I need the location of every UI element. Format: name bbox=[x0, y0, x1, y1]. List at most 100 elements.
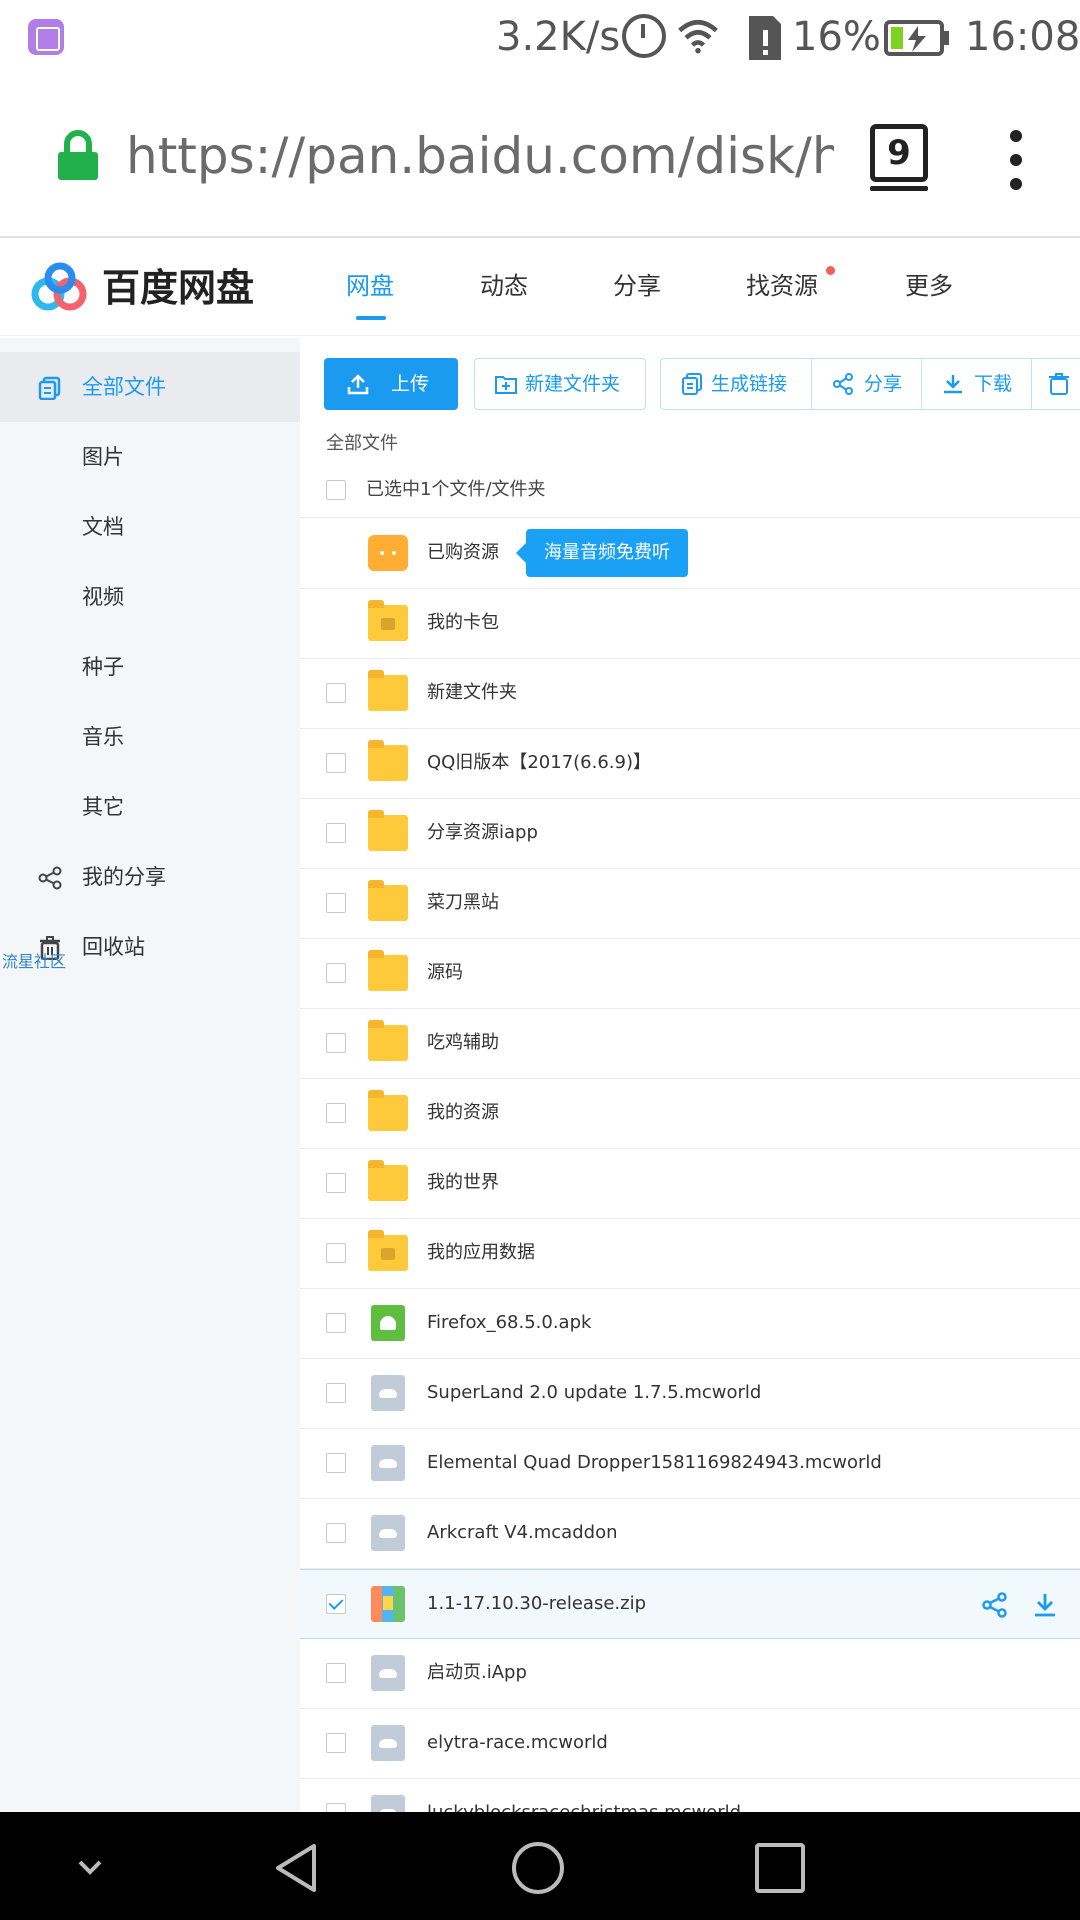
battery-percent: 16% bbox=[792, 14, 881, 60]
wallet-folder-icon bbox=[368, 600, 408, 641]
file-name[interactable]: Arkcraft V4.mcaddon bbox=[427, 1519, 618, 1547]
sidebar-item-my-shares[interactable]: 我的分享 bbox=[0, 842, 300, 912]
generate-link-button[interactable]: 生成链接 bbox=[660, 358, 812, 410]
list-item[interactable]: elytra-race.mcworld bbox=[300, 1709, 1080, 1779]
nav-tab-share[interactable]: 分享 bbox=[613, 268, 661, 304]
new-folder-button[interactable]: 新建文件夹 bbox=[474, 358, 646, 410]
row-checkbox-checked[interactable] bbox=[326, 1594, 346, 1614]
sidebar-item-label: 种子 bbox=[82, 655, 124, 679]
network-speed: 3.2K/s bbox=[496, 14, 621, 60]
file-name[interactable]: 我的世界 bbox=[427, 1169, 499, 1197]
row-checkbox[interactable] bbox=[326, 1243, 346, 1263]
sidebar-item-all-files[interactable]: 全部文件 bbox=[0, 352, 300, 422]
app-data-folder-icon bbox=[368, 1230, 408, 1271]
cloud-file-icon bbox=[371, 1655, 405, 1691]
list-item[interactable]: 我的资源 bbox=[300, 1079, 1080, 1149]
file-name[interactable]: SuperLand 2.0 update 1.7.5.mcworld bbox=[427, 1379, 761, 1407]
list-item-selected[interactable]: 1.1-17.10.30-release.zip bbox=[300, 1569, 1080, 1639]
link-copy-icon bbox=[682, 373, 702, 395]
list-item[interactable]: 已购资源 海量音频免费听 bbox=[300, 519, 1080, 589]
row-checkbox[interactable] bbox=[326, 1173, 346, 1193]
file-name[interactable]: 我的卡包 bbox=[427, 609, 499, 637]
file-name[interactable]: QQ旧版本【2017(6.6.9)】 bbox=[427, 749, 651, 777]
list-item[interactable]: 启动页.iApp bbox=[300, 1639, 1080, 1709]
file-name[interactable]: luckyblocksracechristmas.mcworld bbox=[427, 1799, 741, 1812]
list-item[interactable]: Firefox_68.5.0.apk bbox=[300, 1289, 1080, 1359]
row-checkbox[interactable] bbox=[326, 683, 346, 703]
row-checkbox[interactable] bbox=[326, 1383, 346, 1403]
file-name[interactable]: 菜刀黑站 bbox=[427, 889, 499, 917]
row-checkbox[interactable] bbox=[326, 1453, 346, 1473]
url-field[interactable]: https://pan.baidu.com/disk/home bbox=[126, 124, 834, 188]
row-checkbox[interactable] bbox=[326, 1663, 346, 1683]
row-checkbox[interactable] bbox=[326, 893, 346, 913]
cloud-file-icon bbox=[371, 1375, 405, 1411]
download-button[interactable]: 下载 bbox=[921, 358, 1032, 410]
row-checkbox[interactable] bbox=[326, 1103, 346, 1123]
file-name[interactable]: 吃鸡辅助 bbox=[427, 1029, 499, 1057]
list-item[interactable]: 菜刀黑站 bbox=[300, 869, 1080, 939]
list-item[interactable]: QQ旧版本【2017(6.6.9)】 bbox=[300, 729, 1080, 799]
nav-tab-netdisk[interactable]: 网盘 bbox=[346, 268, 394, 304]
share-button[interactable]: 分享 bbox=[811, 358, 922, 410]
file-name[interactable]: Elemental Quad Dropper1581169824943.mcwo… bbox=[427, 1449, 882, 1477]
browser-menu-icon[interactable] bbox=[1006, 130, 1026, 190]
nav-tab-activity[interactable]: 动态 bbox=[480, 268, 528, 304]
file-name[interactable]: Firefox_68.5.0.apk bbox=[427, 1309, 591, 1337]
sidebar-item-images[interactable]: 图片 bbox=[0, 422, 300, 492]
list-item[interactable]: 我的应用数据 bbox=[300, 1219, 1080, 1289]
sidebar-item-music[interactable]: 音乐 bbox=[0, 702, 300, 772]
file-name[interactable]: 1.1-17.10.30-release.zip bbox=[427, 1590, 646, 1618]
sim-alert-icon bbox=[745, 14, 785, 62]
list-item[interactable]: Elemental Quad Dropper1581169824943.mcwo… bbox=[300, 1429, 1080, 1499]
sidebar-item-torrents[interactable]: 种子 bbox=[0, 632, 300, 702]
list-item[interactable]: 我的卡包 bbox=[300, 589, 1080, 659]
file-name[interactable]: 分享资源iapp bbox=[427, 819, 538, 847]
list-item[interactable]: Arkcraft V4.mcaddon bbox=[300, 1499, 1080, 1569]
row-checkbox[interactable] bbox=[326, 1803, 346, 1812]
select-all-checkbox[interactable] bbox=[326, 480, 346, 500]
delete-button[interactable] bbox=[1031, 358, 1080, 410]
row-checkbox[interactable] bbox=[326, 1523, 346, 1543]
nav-tab-more[interactable]: 更多 bbox=[905, 268, 953, 304]
home-icon[interactable] bbox=[510, 1840, 566, 1896]
file-name[interactable]: elytra-race.mcworld bbox=[427, 1729, 608, 1757]
promo-tooltip[interactable]: 海量音频免费听 bbox=[516, 529, 688, 577]
chevron-down-icon[interactable] bbox=[62, 1840, 118, 1896]
list-item[interactable]: 新建文件夹 bbox=[300, 659, 1080, 729]
tab-switcher-button[interactable]: 9 bbox=[870, 124, 928, 191]
file-name[interactable]: 新建文件夹 bbox=[427, 679, 517, 707]
list-item[interactable]: 吃鸡辅助 bbox=[300, 1009, 1080, 1079]
sidebar-item-other[interactable]: 其它 bbox=[0, 772, 300, 842]
list-item[interactable]: 源码 bbox=[300, 939, 1080, 1009]
breadcrumb[interactable]: 全部文件 bbox=[326, 430, 398, 458]
android-apk-icon bbox=[371, 1305, 405, 1341]
list-item[interactable]: 我的世界 bbox=[300, 1149, 1080, 1219]
row-share-icon[interactable] bbox=[982, 1592, 1008, 1618]
row-checkbox[interactable] bbox=[326, 1733, 346, 1753]
file-name[interactable]: 我的资源 bbox=[427, 1099, 499, 1127]
file-name[interactable]: 源码 bbox=[427, 959, 463, 987]
upload-button[interactable]: 上传 bbox=[324, 358, 458, 410]
list-item[interactable]: luckyblocksracechristmas.mcworld bbox=[300, 1779, 1080, 1812]
row-checkbox[interactable] bbox=[326, 1313, 346, 1333]
row-checkbox[interactable] bbox=[326, 823, 346, 843]
baidu-netdisk-logo-icon[interactable] bbox=[30, 262, 92, 314]
file-name[interactable]: 我的应用数据 bbox=[427, 1239, 535, 1267]
row-checkbox[interactable] bbox=[326, 753, 346, 773]
sidebar-item-documents[interactable]: 文档 bbox=[0, 492, 300, 562]
row-download-icon[interactable] bbox=[1032, 1592, 1058, 1618]
secure-lock-icon[interactable] bbox=[56, 130, 100, 180]
row-checkbox[interactable] bbox=[326, 963, 346, 983]
recents-icon[interactable] bbox=[752, 1840, 808, 1896]
file-name[interactable]: 启动页.iApp bbox=[427, 1659, 527, 1687]
sidebar-item-videos[interactable]: 视频 bbox=[0, 562, 300, 632]
file-name[interactable]: 已购资源 bbox=[427, 539, 499, 567]
list-item[interactable]: SuperLand 2.0 update 1.7.5.mcworld bbox=[300, 1359, 1080, 1429]
nav-tab-find-resources[interactable]: 找资源 bbox=[746, 268, 818, 304]
row-checkbox[interactable] bbox=[326, 1033, 346, 1053]
list-item[interactable]: 分享资源iapp bbox=[300, 799, 1080, 869]
cloud-file-icon bbox=[371, 1515, 405, 1551]
sidebar: 全部文件 图片 文档 视频 种子 音乐 其它 我的分享 回收站 流星社区 bbox=[0, 338, 300, 1812]
back-icon[interactable] bbox=[270, 1840, 326, 1896]
